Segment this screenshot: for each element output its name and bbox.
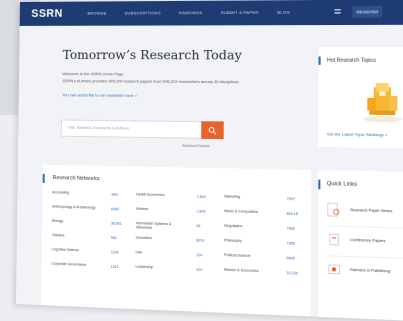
table-row: Classics 594 Innovation 8974 Philosophy … <box>52 233 306 250</box>
document-search-icon <box>327 202 342 217</box>
search-placeholder: Title, Abstract, Keywords & Authors <box>67 124 130 131</box>
accent-bar <box>42 173 45 183</box>
network-name[interactable]: Innovation <box>136 236 152 241</box>
network-name[interactable]: Cognitive Science <box>52 247 79 253</box>
quick-link-partners-publishing[interactable]: Partners in Publishing <box>327 257 403 289</box>
search-icon <box>208 126 216 134</box>
nav-submit-paper[interactable]: SUBMIT A PAPER <box>221 10 259 15</box>
quick-link-label: Research Paper Series <box>350 207 393 214</box>
quick-link-research-series[interactable]: Research Paper Series <box>326 198 403 230</box>
network-name[interactable]: Music & Composition <box>224 209 271 215</box>
welcome-text: Welcome to the SSRN Home Page <box>62 71 124 77</box>
table-row: Corporate Governance 1224 Leadership 424… <box>51 262 305 280</box>
network-name[interactable]: Negotiation <box>224 224 242 230</box>
networks-table: Accounting 48% Health Economics 1,824 Ma… <box>51 190 305 275</box>
network-name[interactable]: Women & Economics <box>224 268 271 275</box>
network-count: 7937 <box>286 196 295 202</box>
nav-browse[interactable]: BROWSE <box>87 11 106 16</box>
table-row: Anthropology & Archaeology 6480 Indexes … <box>52 205 306 221</box>
table-row: Accounting 48% Health Economics 1,824 Ma… <box>52 190 305 206</box>
network-count: 6480 <box>111 207 119 212</box>
network-name[interactable]: Leadership <box>135 265 152 271</box>
network-count: 1,843 <box>196 209 206 214</box>
nav-blog[interactable]: BLOG <box>277 10 290 15</box>
table-row: Biology 38,891 Information Systems & eBu… <box>52 219 306 236</box>
table-row: Cognitive Science 1234 Law 224 Political… <box>52 247 306 265</box>
nav-rankings[interactable]: RANKINGS <box>179 10 203 15</box>
network-count: 8974 <box>196 238 205 243</box>
library-description: SSRN’s eLibrary provides 993,200 researc… <box>62 78 240 85</box>
network-name[interactable]: Health Economics <box>136 192 164 198</box>
network-name[interactable]: Accounting <box>52 190 69 195</box>
hot-topics-card: Hot Research Topics Get the Latest Topic… <box>318 47 403 149</box>
network-name[interactable]: Marketing <box>224 194 240 199</box>
accent-bar <box>318 56 321 65</box>
quick-links-card: Quick Links Research Paper Series Confer… <box>318 170 403 321</box>
quick-link-label: Conference Papers <box>350 237 386 244</box>
network-name[interactable]: Political Science <box>224 253 250 259</box>
network-name[interactable]: Anthropology & Archaeology <box>52 205 96 211</box>
network-name[interactable]: Law <box>136 250 142 255</box>
network-count: 1,824 <box>196 194 206 200</box>
page-title: Tomorrow’s Research Today <box>62 46 242 63</box>
main-nav: BROWSE SUBSCRIPTIONS RANKINGS SUBMIT A P… <box>87 10 290 16</box>
ssrn-logo[interactable]: SSRN <box>31 8 63 20</box>
advanced-search-link[interactable]: Advanced Search <box>182 144 210 149</box>
network-count: 424 <box>196 267 203 273</box>
network-count: 7958 <box>286 241 295 246</box>
network-count: 48% <box>111 192 119 197</box>
research-networks-card: Research Networks Accounting 48% Health … <box>41 164 311 321</box>
quick-link-conference-papers[interactable]: Conference Papers <box>326 228 403 260</box>
hot-topics-title: Hot Research Topics <box>326 57 376 64</box>
network-name[interactable]: Indexes <box>136 207 148 212</box>
ssrn-home-page: SSRN BROWSE SUBSCRIPTIONS RANKINGS SUBMI… <box>15 0 403 321</box>
network-count: 1224 <box>110 264 119 270</box>
network-name[interactable]: Information Systems & eBusiness <box>136 221 187 231</box>
network-count: 849,18 <box>286 211 298 217</box>
accent-bar <box>318 179 321 190</box>
quick-links-title: Quick Links <box>326 180 358 188</box>
network-count: 594 <box>110 235 117 241</box>
newsletter-link[interactable]: You can subscribe to our newsletter here… <box>62 92 137 98</box>
search-input[interactable]: Title, Abstract, Keywords & Authors <box>60 119 203 139</box>
partners-icon <box>327 262 342 277</box>
nav-subscriptions[interactable]: SUBSCRIPTIONS <box>124 10 160 15</box>
network-name[interactable]: Philosophy <box>224 238 242 244</box>
network-count: 7456 <box>286 226 295 231</box>
network-count: 1234 <box>110 250 119 255</box>
network-count: 54 <box>196 223 201 229</box>
network-name[interactable]: Biology <box>52 219 63 224</box>
register-button[interactable]: REGISTER <box>352 5 383 18</box>
menu-icon[interactable] <box>334 8 340 14</box>
network-name[interactable]: Classics <box>52 233 65 238</box>
search-button[interactable] <box>201 121 224 140</box>
conference-icon <box>327 232 342 247</box>
trophy-icon <box>363 83 402 123</box>
topic-rankings-link[interactable]: Get the Latest Topic Rankings > <box>327 131 388 137</box>
network-count: 10,236 <box>286 270 298 276</box>
quick-link-label: Partners in Publishing <box>350 267 390 274</box>
top-navigation-bar: SSRN BROWSE SUBSCRIPTIONS RANKINGS SUBMI… <box>19 0 403 26</box>
network-count: 224 <box>196 253 203 258</box>
research-networks-title: Research Networks <box>52 175 100 183</box>
network-count: 38,891 <box>110 221 122 226</box>
network-count: 5848 <box>286 256 295 261</box>
network-name[interactable]: Corporate Governance <box>51 262 86 268</box>
